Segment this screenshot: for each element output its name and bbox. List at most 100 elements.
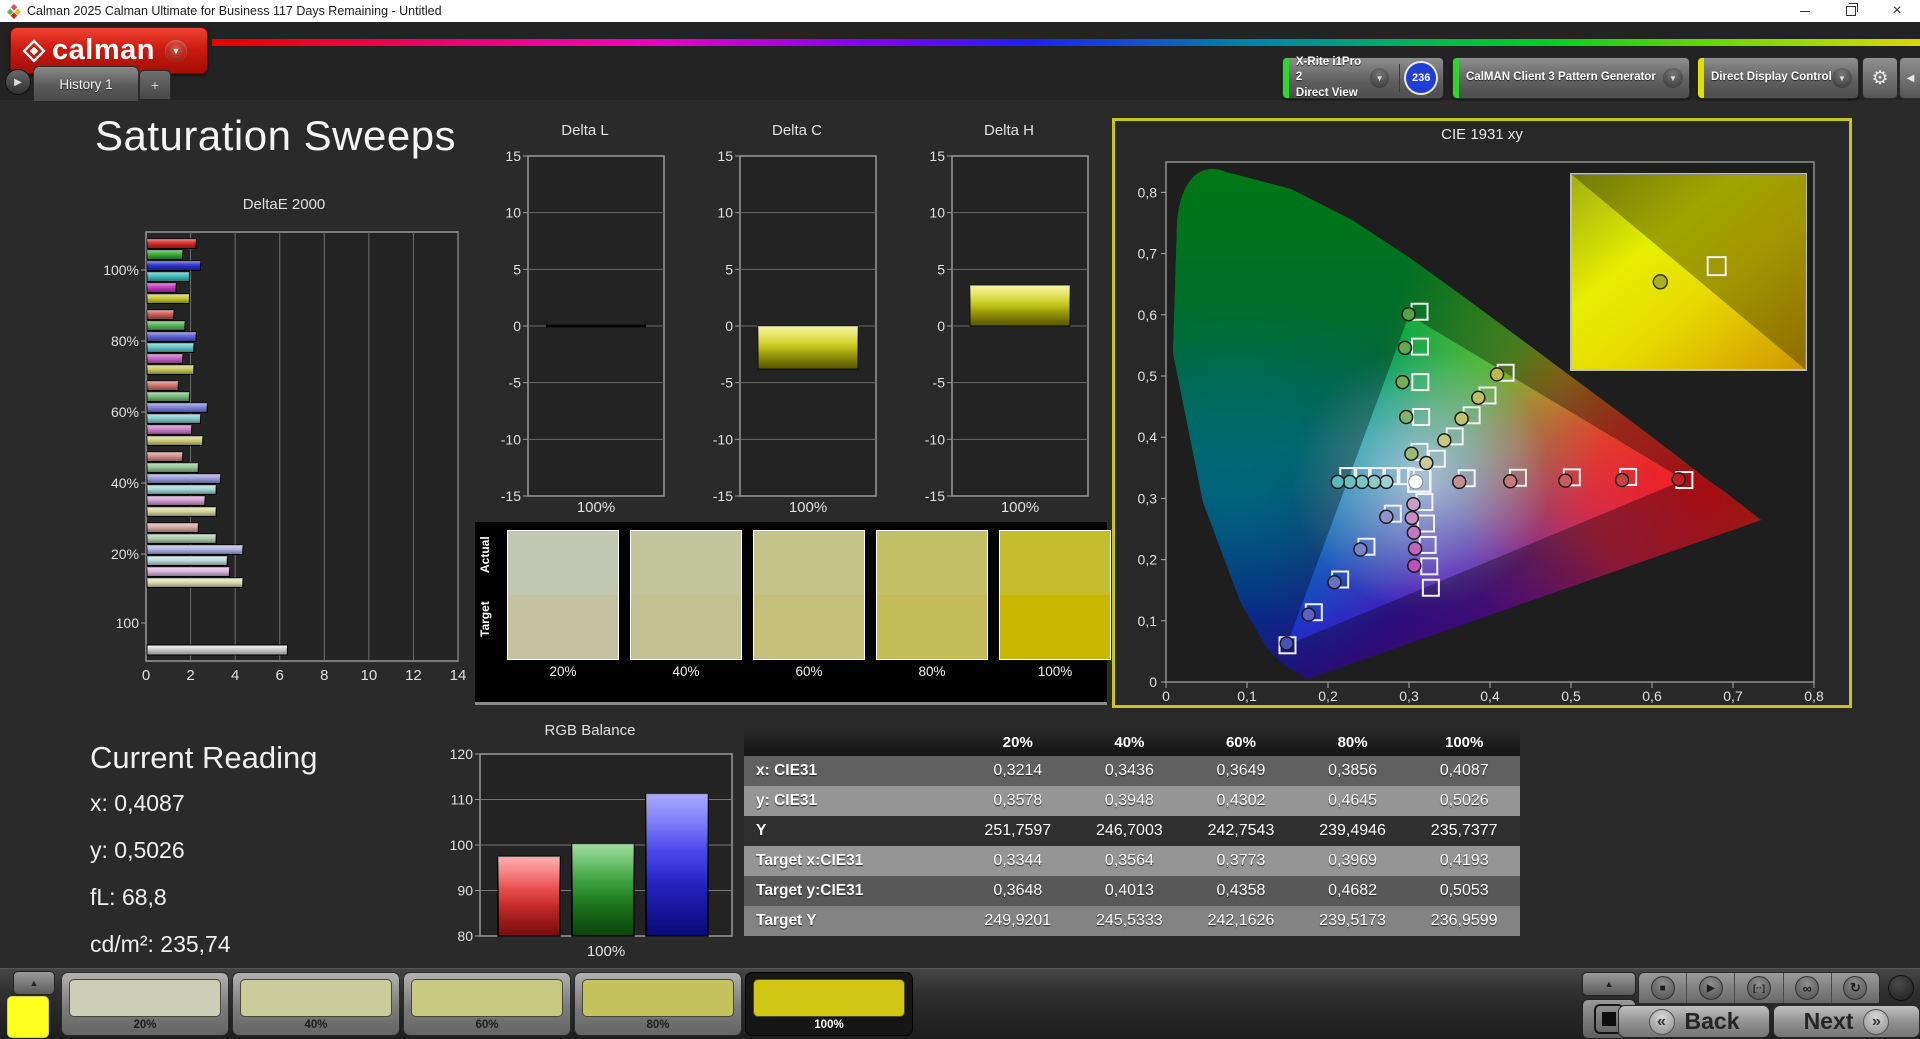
svg-text:110: 110	[451, 792, 474, 808]
saturation-swatch-column: 100%	[999, 530, 1111, 679]
cie-measured-dot	[1559, 474, 1572, 487]
cie-measured-dot	[1368, 475, 1381, 488]
current-pattern-color	[7, 996, 49, 1038]
minimize-button[interactable]	[1782, 0, 1828, 22]
chevron-left-icon: ◀	[1907, 73, 1915, 84]
table-cell: 0,3649	[1185, 762, 1297, 780]
tab-scroll-button[interactable]: ▶	[5, 69, 31, 95]
status-indicator-circle	[1888, 975, 1914, 1001]
chevron-down-icon: ▼	[165, 40, 187, 62]
table-header-cell: 60%	[1185, 734, 1297, 751]
svg-text:0: 0	[937, 318, 945, 334]
svg-text:0,2: 0,2	[1318, 688, 1338, 704]
current-reading: Current Reading x: 0,4087y: 0,5026fL: 68…	[90, 740, 317, 978]
interval-icon: [··]	[1753, 983, 1765, 993]
tab-label: History 1	[59, 77, 112, 92]
add-tab-button[interactable]: +	[139, 70, 171, 100]
deltae-2000-chart: 02468101214100%80%60%40%20%100	[98, 214, 470, 692]
current-reading-value: x: 0,4087	[90, 790, 317, 817]
svg-text:0,3: 0,3	[1399, 688, 1419, 704]
cie-measured-dot	[1328, 576, 1341, 589]
table-row-label: Target Y	[744, 912, 962, 930]
table-cell: 242,1626	[1185, 912, 1297, 930]
pattern-swatch-label: 40%	[233, 1019, 399, 1031]
pattern-swatch-color	[753, 979, 905, 1017]
svg-text:0,5: 0,5	[1561, 688, 1581, 704]
table-cell: 242,7543	[1185, 822, 1297, 840]
pattern-swatch-button-80%[interactable]: 80%	[574, 972, 742, 1036]
refresh-button[interactable]: ↻	[1831, 973, 1879, 1003]
cie-measured-dot	[1407, 526, 1420, 539]
table-cell: 0,3856	[1297, 762, 1409, 780]
next-label: Next	[1804, 1008, 1854, 1035]
table-cell: 0,3948	[1074, 792, 1186, 810]
rgb-balance-chart: 1201101009080100%	[440, 740, 740, 966]
table-header-cell: 80%	[1297, 734, 1409, 751]
table-cell: 0,5026	[1408, 792, 1520, 810]
cie-measured-dot	[1407, 498, 1420, 511]
meter-select[interactable]: X-Rite i1Pro 2 Direct View ▼ 236	[1282, 57, 1444, 99]
cie-1931-panel: CIE 1931 xy 00,10,20	[1112, 118, 1852, 708]
actual-swatch	[877, 531, 987, 595]
cie-measured-dot	[1438, 434, 1451, 447]
svg-text:5: 5	[725, 261, 733, 277]
svg-text:80%: 80%	[111, 333, 139, 349]
delta-c-title: Delta C	[712, 122, 882, 139]
cie-measured-dot	[1396, 376, 1409, 389]
next-button[interactable]: Next »	[1773, 1005, 1920, 1038]
pattern-generator-select[interactable]: CalMAN Client 3 Pattern Generator ▼	[1452, 57, 1690, 99]
pattern-swatch-label: 60%	[404, 1019, 570, 1031]
table-cell: 245,5333	[1074, 912, 1186, 930]
cie-measured-dot	[1400, 411, 1413, 424]
actual-swatch	[754, 531, 864, 595]
svg-text:0,6: 0,6	[1138, 307, 1158, 323]
svg-text:20%: 20%	[111, 546, 139, 562]
table-cell: 0,4013	[1074, 882, 1186, 900]
svg-text:80: 80	[457, 928, 473, 944]
table-cell: 0,3578	[962, 792, 1074, 810]
delta-l-title: Delta L	[500, 122, 670, 139]
table-row: Target y:CIE310,36480,40130,43580,46820,…	[744, 876, 1520, 906]
meter-mode: Direct View	[1296, 86, 1370, 102]
pattern-swatch-label: 20%	[62, 1019, 228, 1031]
settings-button[interactable]: ⚙	[1862, 57, 1898, 99]
cie-measured-dot	[1302, 608, 1315, 621]
table-cell: 0,4358	[1185, 882, 1297, 900]
meter-status-indicator	[1283, 58, 1289, 98]
play-button[interactable]: ▶	[1686, 973, 1734, 1003]
stop-button[interactable]: ■	[1639, 973, 1686, 1003]
table-cell: 236,9599	[1408, 912, 1520, 930]
continuous-button[interactable]: ∞	[1783, 973, 1831, 1003]
table-row: Y251,7597246,7003242,7543239,4946235,737…	[744, 816, 1520, 846]
cie-measured-dot	[1420, 457, 1433, 470]
swatch-column-label: 40%	[630, 664, 742, 679]
expand-patterns-button[interactable]: ▲	[13, 971, 55, 995]
table-cell: 239,4946	[1297, 822, 1409, 840]
pattern-swatch-button-100%[interactable]: 100%	[745, 972, 913, 1036]
table-cell: 0,4087	[1408, 762, 1520, 780]
pattern-swatch-button-60%[interactable]: 60%	[403, 972, 571, 1036]
svg-text:10: 10	[717, 205, 733, 221]
cie-measured-dot	[1405, 511, 1418, 524]
tab-history-1[interactable]: History 1	[33, 66, 139, 102]
back-button[interactable]: « Back	[1618, 1005, 1770, 1038]
actual-swatch	[1000, 531, 1110, 595]
svg-text:0,1: 0,1	[1138, 613, 1158, 629]
svg-text:0,2: 0,2	[1138, 552, 1158, 568]
swatch-column-label: 60%	[753, 664, 865, 679]
svg-text:8: 8	[320, 667, 328, 684]
cie-measured-dot	[1343, 475, 1356, 488]
pattern-swatch-button-40%[interactable]: 40%	[232, 972, 400, 1036]
expand-controls-button[interactable]: ▲	[1582, 972, 1636, 996]
collapse-panel-button[interactable]: ◀	[1899, 57, 1920, 99]
close-button[interactable]: ×	[1874, 0, 1920, 22]
target-swatch	[754, 595, 864, 659]
restore-button[interactable]	[1828, 0, 1874, 22]
actual-swatch	[631, 531, 741, 595]
display-control-select[interactable]: Direct Display Control ▼	[1697, 57, 1859, 99]
pattern-swatch-button-20%[interactable]: 20%	[61, 972, 229, 1036]
table-header-row: 20%40%60%80%100%	[744, 728, 1520, 756]
current-reading-title: Current Reading	[90, 740, 317, 776]
display-control-label: Direct Display Control	[1711, 70, 1832, 86]
interval-button[interactable]: [··]	[1734, 973, 1782, 1003]
